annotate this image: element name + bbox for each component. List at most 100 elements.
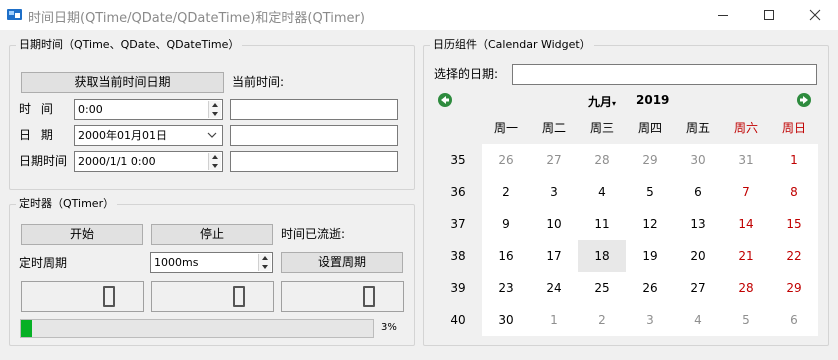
calendar-day[interactable]: 30 bbox=[482, 304, 530, 336]
calendar-day[interactable]: 31 bbox=[722, 144, 770, 176]
calendar-day[interactable]: 19 bbox=[626, 240, 674, 272]
prev-month-button[interactable] bbox=[438, 93, 452, 107]
calendar-day[interactable]: 7 bbox=[722, 176, 770, 208]
calendar-day[interactable]: 3 bbox=[626, 304, 674, 336]
time-result-field[interactable] bbox=[230, 99, 398, 120]
calendar-day[interactable]: 6 bbox=[770, 304, 818, 336]
selected-date-field[interactable] bbox=[512, 64, 817, 85]
calendar-day[interactable]: 23 bbox=[482, 272, 530, 304]
week-number: 40 bbox=[434, 304, 482, 336]
calendar-day[interactable]: 2 bbox=[578, 304, 626, 336]
calendar-day[interactable]: 12 bbox=[626, 208, 674, 240]
weekday-header-cell: 周四 bbox=[637, 121, 662, 135]
maximize-icon bbox=[764, 10, 774, 20]
start-button[interactable]: 开始 bbox=[21, 224, 143, 245]
calendar-day[interactable]: 26 bbox=[482, 144, 530, 176]
lcd-minutes bbox=[151, 281, 274, 312]
calendar-day[interactable]: 30 bbox=[674, 144, 722, 176]
calendar-day[interactable]: 6 bbox=[674, 176, 722, 208]
progress-text: 3% bbox=[381, 322, 397, 333]
calendar-day[interactable]: 22 bbox=[770, 240, 818, 272]
timer-group-title: 定时器（QTimer） bbox=[16, 197, 118, 211]
date-label: 日 期 bbox=[19, 128, 56, 142]
calendar-day[interactable]: 1 bbox=[770, 144, 818, 176]
year-selector[interactable]: 2019 bbox=[636, 93, 669, 107]
calendar-day[interactable]: 1 bbox=[530, 304, 578, 336]
calendar-group-title: 日历组件（Calendar Widget） bbox=[430, 38, 594, 52]
calendar-day[interactable]: 4 bbox=[674, 304, 722, 336]
calendar-day[interactable]: 28 bbox=[578, 144, 626, 176]
week-number: 35 bbox=[434, 144, 482, 176]
week-number: 39 bbox=[434, 272, 482, 304]
app-icon bbox=[7, 9, 22, 20]
calendar-day[interactable]: 8 bbox=[770, 176, 818, 208]
lcd-digit bbox=[103, 286, 115, 307]
calendar-day[interactable]: 5 bbox=[626, 176, 674, 208]
calendar-day[interactable]: 29 bbox=[626, 144, 674, 176]
datetime-spin-buttons[interactable] bbox=[208, 153, 221, 170]
calendar-day[interactable]: 11 bbox=[578, 208, 626, 240]
datetime-result-field[interactable] bbox=[230, 151, 398, 172]
month-dropdown-icon: ▾ bbox=[612, 99, 617, 108]
minimize-button[interactable] bbox=[700, 0, 746, 30]
arrow-right-icon bbox=[800, 96, 808, 104]
calendar-day[interactable]: 10 bbox=[530, 208, 578, 240]
calendar-day[interactable]: 2 bbox=[482, 176, 530, 208]
title-bar: 时间日期(QTime/QDate/QDateTime)和定时器(QTimer) bbox=[0, 0, 838, 30]
spin-down-icon bbox=[212, 164, 218, 168]
next-month-button[interactable] bbox=[797, 93, 811, 107]
calendar-day[interactable]: 26 bbox=[626, 272, 674, 304]
calendar-day[interactable]: 27 bbox=[530, 144, 578, 176]
time-label: 时 间 bbox=[19, 102, 56, 116]
lcd-hours bbox=[21, 281, 144, 312]
period-spinbox[interactable]: 1000ms bbox=[150, 252, 273, 273]
calendar-day[interactable]: 20 bbox=[674, 240, 722, 272]
datetime-group-title: 日期时间（QTime、QDate、QDateTime） bbox=[16, 38, 243, 52]
arrow-left-icon bbox=[441, 96, 449, 104]
calendar-day[interactable]: 27 bbox=[674, 272, 722, 304]
spin-up-icon bbox=[262, 256, 268, 260]
weekday-header-cell: 周三 bbox=[589, 121, 614, 135]
date-result-field[interactable] bbox=[230, 125, 398, 146]
calendar-day[interactable]: 25 bbox=[578, 272, 626, 304]
calendar-day[interactable]: 3 bbox=[530, 176, 578, 208]
spin-down-icon bbox=[262, 265, 268, 269]
calendar-day[interactable]: 15 bbox=[770, 208, 818, 240]
lcd-digit bbox=[363, 286, 375, 307]
lcd-seconds bbox=[281, 281, 404, 312]
weekday-header-cell: 周二 bbox=[541, 121, 566, 135]
period-spin-buttons[interactable] bbox=[258, 254, 271, 271]
maximize-button[interactable] bbox=[746, 0, 792, 30]
datetime-edit-value: 2000/1/1 0:00 bbox=[78, 155, 156, 168]
calendar-day[interactable]: 14 bbox=[722, 208, 770, 240]
time-edit[interactable]: 0:00 bbox=[74, 99, 223, 120]
week-number: 37 bbox=[434, 208, 482, 240]
set-period-button[interactable]: 设置周期 bbox=[281, 252, 403, 273]
time-spin-buttons[interactable] bbox=[208, 101, 221, 118]
calendar-day[interactable]: 16 bbox=[482, 240, 530, 272]
stop-button[interactable]: 停止 bbox=[151, 224, 273, 245]
calendar-day[interactable]: 24 bbox=[530, 272, 578, 304]
calendar-day[interactable]: 29 bbox=[770, 272, 818, 304]
weekday-header-cell: 周六 bbox=[733, 121, 758, 135]
calendar-day[interactable]: 17 bbox=[530, 240, 578, 272]
calendar-day[interactable]: 21 bbox=[722, 240, 770, 272]
month-selector[interactable]: 九月▾ bbox=[588, 93, 616, 110]
close-button[interactable] bbox=[792, 0, 838, 30]
get-current-datetime-button[interactable]: 获取当前时间日期 bbox=[21, 72, 224, 93]
minimize-icon bbox=[718, 15, 728, 16]
date-edit[interactable]: 2000年01月01日 bbox=[74, 125, 223, 146]
progress-fill bbox=[21, 320, 32, 337]
calendar-day[interactable]: 4 bbox=[578, 176, 626, 208]
calendar-day[interactable]: 9 bbox=[482, 208, 530, 240]
calendar-day[interactable]: 18 bbox=[578, 240, 626, 272]
close-icon bbox=[809, 9, 821, 21]
weekday-header: 周一 周二 周三 周四 周五 周六 周日 bbox=[434, 112, 817, 144]
date-edit-value: 2000年01月01日 bbox=[78, 129, 167, 142]
period-value: 1000ms bbox=[154, 256, 199, 269]
datetime-edit[interactable]: 2000/1/1 0:00 bbox=[74, 151, 223, 172]
calendar-day[interactable]: 28 bbox=[722, 272, 770, 304]
calendar-day[interactable]: 13 bbox=[674, 208, 722, 240]
weekday-header-cell: 周一 bbox=[493, 121, 518, 135]
calendar-day[interactable]: 5 bbox=[722, 304, 770, 336]
